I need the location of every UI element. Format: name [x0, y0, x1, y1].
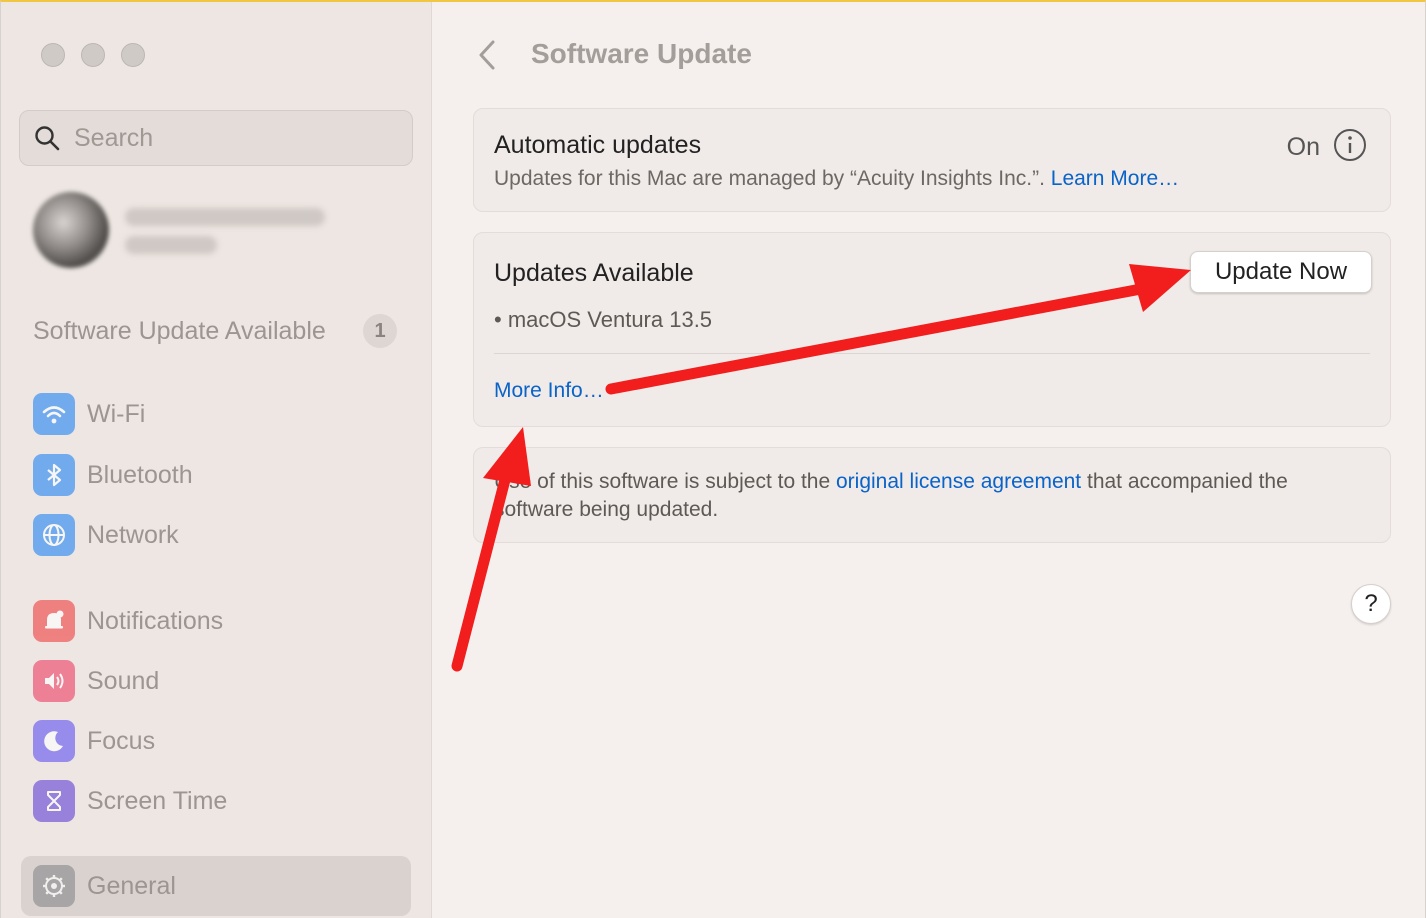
update-item-macos: • macOS Ventura 13.5	[494, 307, 713, 332]
sidebar-item-wifi[interactable]: Wi-Fi	[33, 390, 403, 438]
help-button[interactable]: ?	[1351, 584, 1391, 624]
avatar	[33, 192, 109, 268]
blurred-account-subtitle	[125, 236, 217, 254]
info-icon[interactable]	[1332, 127, 1368, 163]
automatic-updates-title: Automatic updates	[494, 131, 702, 159]
sidebar-item-sound[interactable]: Sound	[33, 657, 403, 705]
software-update-available-label: Software Update Available	[33, 316, 326, 345]
close-window-button[interactable]	[41, 43, 65, 67]
updates-available-card: Updates Available Update Now • macOS Ven…	[473, 232, 1391, 427]
speaker-icon	[33, 660, 75, 702]
sidebar-item-label: Sound	[87, 666, 160, 695]
blurred-account-name	[125, 208, 325, 226]
managed-by-label: Updates for this Mac are managed by “Acu…	[494, 167, 1045, 190]
update-now-button[interactable]: Update Now	[1190, 251, 1372, 293]
license-card: Use of this software is subject to the o…	[473, 447, 1391, 543]
sidebar-item-screen-time[interactable]: Screen Time	[33, 777, 403, 825]
sidebar-item-general[interactable]: General	[33, 862, 403, 910]
license-agreement-link[interactable]: original license agreement	[836, 470, 1081, 493]
search-icon	[35, 126, 60, 151]
apple-id-profile[interactable]	[33, 192, 413, 268]
updates-available-title: Updates Available	[494, 259, 694, 287]
zoom-window-button[interactable]	[121, 43, 145, 67]
window-controls	[41, 43, 145, 67]
managed-by-text: Updates for this Mac are managed by “Acu…	[494, 167, 1179, 191]
hourglass-icon	[33, 780, 75, 822]
sidebar-item-focus[interactable]: Focus	[33, 717, 403, 765]
software-update-available-item[interactable]: Software Update Available 1	[33, 312, 403, 350]
sidebar-item-label: Wi-Fi	[87, 399, 146, 428]
sidebar-item-notifications[interactable]: Notifications	[33, 597, 403, 645]
search-input[interactable]	[74, 123, 394, 153]
license-text: Use of this software is subject to the o…	[494, 468, 1360, 524]
sidebar: Software Update Available 1 Wi-Fi Blueto…	[1, 2, 432, 918]
main-pane: Software Update Automatic updates Update…	[433, 2, 1425, 918]
sidebar-item-bluetooth[interactable]: Bluetooth	[33, 451, 403, 499]
more-info-link[interactable]: More Info…	[494, 379, 604, 403]
divider	[494, 353, 1370, 354]
page-title: Software Update	[531, 38, 752, 69]
sidebar-item-label: Focus	[87, 726, 156, 755]
update-count-badge: 1	[363, 314, 397, 348]
settings-window: Software Update Available 1 Wi-Fi Blueto…	[0, 0, 1426, 918]
back-chevron-icon[interactable]	[473, 38, 501, 72]
sidebar-item-label: General	[87, 871, 176, 900]
sidebar-item-label: Network	[87, 520, 179, 549]
sidebar-item-label: Notifications	[87, 606, 224, 635]
sidebar-item-label: Bluetooth	[87, 460, 193, 489]
automatic-updates-status: On	[1286, 133, 1320, 161]
globe-icon	[33, 514, 75, 556]
moon-icon	[33, 720, 75, 762]
license-prefix: Use of this software is subject to the	[494, 470, 831, 493]
learn-more-link[interactable]: Learn More…	[1051, 167, 1179, 190]
wifi-icon	[33, 393, 75, 435]
gear-icon	[33, 865, 75, 907]
bell-icon	[33, 600, 75, 642]
automatic-updates-card: Automatic updates Updates for this Mac a…	[473, 108, 1391, 212]
bluetooth-icon	[33, 454, 75, 496]
sidebar-item-network[interactable]: Network	[33, 511, 403, 559]
search-box[interactable]	[19, 110, 413, 166]
minimize-window-button[interactable]	[81, 43, 105, 67]
sidebar-item-label: Screen Time	[87, 786, 228, 815]
